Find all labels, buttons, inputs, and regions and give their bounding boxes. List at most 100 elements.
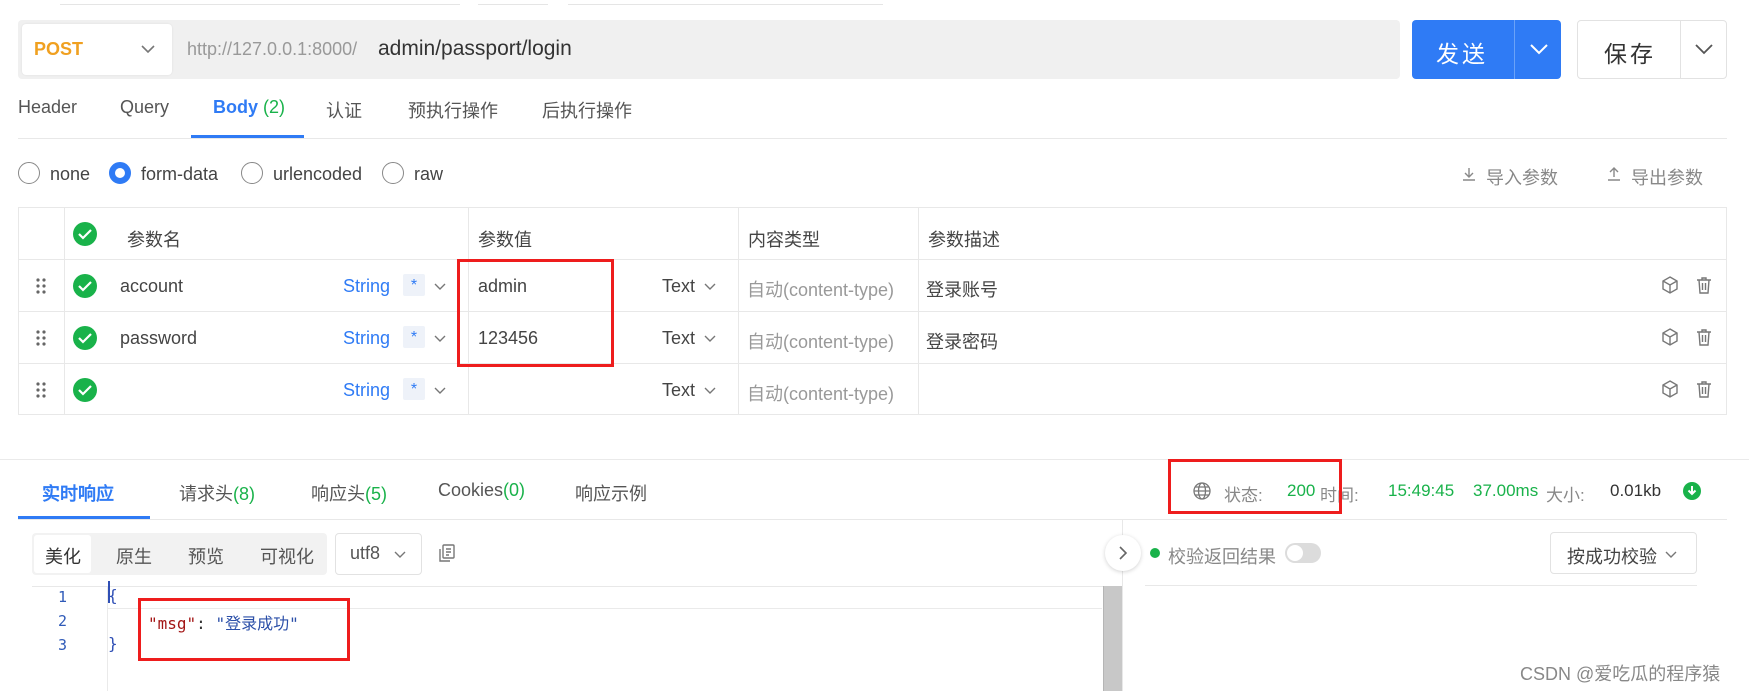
chevron-down-icon[interactable] <box>434 334 446 344</box>
col-header-content-type: 内容类型 <box>748 230 820 250</box>
chevron-down-icon <box>1665 551 1677 558</box>
chevron-down-icon <box>394 551 406 558</box>
delete-icon[interactable] <box>1694 275 1714 295</box>
param-desc[interactable]: 登录密码 <box>926 328 998 354</box>
col-divider <box>64 207 65 415</box>
top-strip-seg <box>568 0 883 5</box>
save-label: 保存 <box>1604 41 1656 67</box>
active-tab-indicator <box>191 135 304 138</box>
param-content-type[interactable]: 自动(content-type) <box>747 380 894 406</box>
radio-form-data[interactable] <box>109 162 131 184</box>
tab-body-label: Body <box>213 97 258 117</box>
row-checkbox[interactable] <box>73 274 97 298</box>
export-params-link[interactable]: 导出参数 <box>1631 164 1703 190</box>
collapse-panel-button[interactable] <box>1105 535 1141 571</box>
tab-pre-script[interactable]: 预执行操作 <box>408 97 498 123</box>
tab-query[interactable]: Query <box>120 97 169 118</box>
required-toggle[interactable]: * <box>403 326 425 348</box>
param-content-type[interactable]: 自动(content-type) <box>747 328 894 354</box>
import-params-link[interactable]: 导入参数 <box>1486 164 1558 190</box>
tab-request-headers[interactable]: 请求头(8) <box>179 480 255 506</box>
delete-icon[interactable] <box>1694 379 1714 399</box>
tab-cookies[interactable]: Cookies(0) <box>438 480 525 501</box>
drag-handle-icon[interactable] <box>35 328 47 348</box>
format-visualize[interactable]: 可视化 <box>260 543 314 569</box>
drag-handle-icon[interactable] <box>35 380 47 400</box>
param-desc[interactable]: 登录账号 <box>926 276 998 302</box>
param-type[interactable]: String <box>343 380 390 401</box>
param-name[interactable]: password <box>120 328 197 349</box>
chevron-down-icon <box>141 45 155 54</box>
cube-icon[interactable] <box>1660 275 1680 295</box>
scrollbar[interactable] <box>1103 586 1122 691</box>
tab-response-headers[interactable]: 响应头(5) <box>311 480 387 506</box>
cube-icon[interactable] <box>1660 379 1680 399</box>
chevron-down-icon[interactable] <box>704 334 716 344</box>
chevron-down-icon[interactable] <box>1529 42 1549 56</box>
param-type[interactable]: String <box>343 276 390 297</box>
chevron-down-icon[interactable] <box>1694 42 1714 56</box>
required-toggle[interactable]: * <box>403 378 425 400</box>
row-checkbox[interactable] <box>73 378 97 402</box>
response-size: 0.01kb <box>1610 481 1662 500</box>
row-divider <box>18 259 1727 260</box>
param-kind[interactable]: Text <box>662 380 695 401</box>
param-kind[interactable]: Text <box>662 276 695 297</box>
send-label: 发送 <box>1436 41 1488 67</box>
radio-raw[interactable] <box>382 162 404 184</box>
row-divider <box>18 363 1727 364</box>
chevron-down-icon[interactable] <box>434 386 446 396</box>
param-content-type[interactable]: 自动(content-type) <box>747 276 894 302</box>
tabs-divider <box>18 138 1727 139</box>
tab-live-response[interactable]: 实时响应 <box>42 480 114 506</box>
row-checkbox[interactable] <box>73 326 97 350</box>
required-toggle[interactable]: * <box>403 274 425 296</box>
drag-handle-icon[interactable] <box>35 276 47 296</box>
top-strip-seg <box>60 0 460 5</box>
chevron-down-icon[interactable] <box>704 282 716 292</box>
radio-raw-label: raw <box>414 164 444 184</box>
encoding-label: utf8 <box>350 543 381 563</box>
import-icon <box>1463 168 1475 181</box>
method-label: POST <box>34 39 84 59</box>
format-raw[interactable]: 原生 <box>116 543 152 569</box>
param-name[interactable]: account <box>120 276 183 297</box>
format-preview[interactable]: 预览 <box>188 543 224 569</box>
delete-icon[interactable] <box>1694 327 1714 347</box>
tab-cookies-count: (0) <box>503 480 526 500</box>
chevron-down-icon[interactable] <box>434 282 446 292</box>
tab-body[interactable]: Body (2) <box>213 97 285 118</box>
radio-none[interactable] <box>18 162 40 184</box>
chevron-down-icon[interactable] <box>704 386 716 396</box>
tab-response-example[interactable]: 响应示例 <box>575 480 647 506</box>
select-all-checkbox[interactable] <box>73 222 97 246</box>
section-divider <box>0 459 1749 460</box>
export-icon <box>1608 167 1620 181</box>
text-cursor <box>108 581 110 603</box>
toggle-knob <box>1287 545 1303 561</box>
format-beautify[interactable]: 美化 <box>45 543 81 569</box>
tab-header[interactable]: Header <box>18 97 77 118</box>
tab-response-headers-count: (5) <box>365 484 387 504</box>
param-type[interactable]: String <box>343 328 390 349</box>
download-icon[interactable] <box>1682 481 1702 501</box>
top-strip <box>0 0 1749 6</box>
tab-request-headers-count: (8) <box>233 484 255 504</box>
radio-urlencoded[interactable] <box>241 162 263 184</box>
cube-icon[interactable] <box>1660 327 1680 347</box>
tab-request-headers-label: 请求头 <box>179 484 233 504</box>
response-duration: 37.00ms <box>1473 481 1539 500</box>
col-divider <box>738 207 739 415</box>
url-input[interactable]: admin/passport/login <box>378 37 572 61</box>
tab-body-count: (2) <box>263 97 286 117</box>
highlight-box <box>138 598 350 661</box>
watermark: CSDN @爱吃瓜的程序猿 <box>1520 664 1721 684</box>
tab-auth[interactable]: 认证 <box>326 97 362 123</box>
copy-icon[interactable] <box>437 543 457 563</box>
divider <box>1514 20 1515 79</box>
response-time: 15:49:45 <box>1388 481 1455 500</box>
tab-post-script[interactable]: 后执行操作 <box>542 97 632 123</box>
divider <box>1680 20 1681 79</box>
param-kind[interactable]: Text <box>662 328 695 349</box>
active-tab-indicator <box>18 516 150 519</box>
